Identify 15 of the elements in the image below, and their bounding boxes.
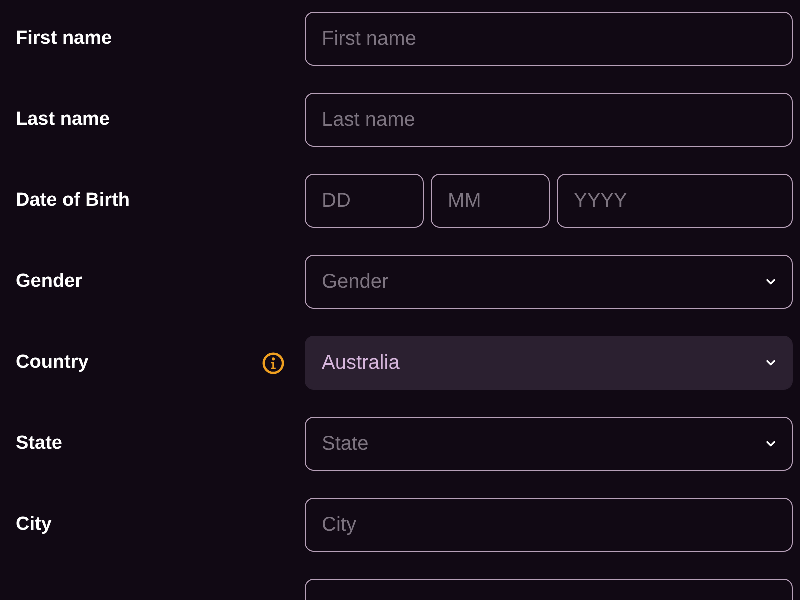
field-label: First name [16, 28, 112, 50]
input-field[interactable]: City [305, 498, 793, 552]
input-field[interactable]: DD [305, 174, 424, 228]
field-label: Date of Birth [16, 190, 130, 212]
field-label: City [16, 514, 52, 536]
input-field[interactable]: MM [431, 174, 550, 228]
field-label: Country [16, 352, 89, 374]
select-field[interactable]: Gender [305, 255, 793, 309]
input-field[interactable]: Last name [305, 93, 793, 147]
select-field[interactable]: State [305, 417, 793, 471]
field-label: State [16, 433, 62, 455]
field-label: Gender [16, 271, 83, 293]
field-label: Last name [16, 109, 110, 131]
input-field[interactable]: First name [305, 12, 793, 66]
input-field[interactable]: YYYY [557, 174, 793, 228]
